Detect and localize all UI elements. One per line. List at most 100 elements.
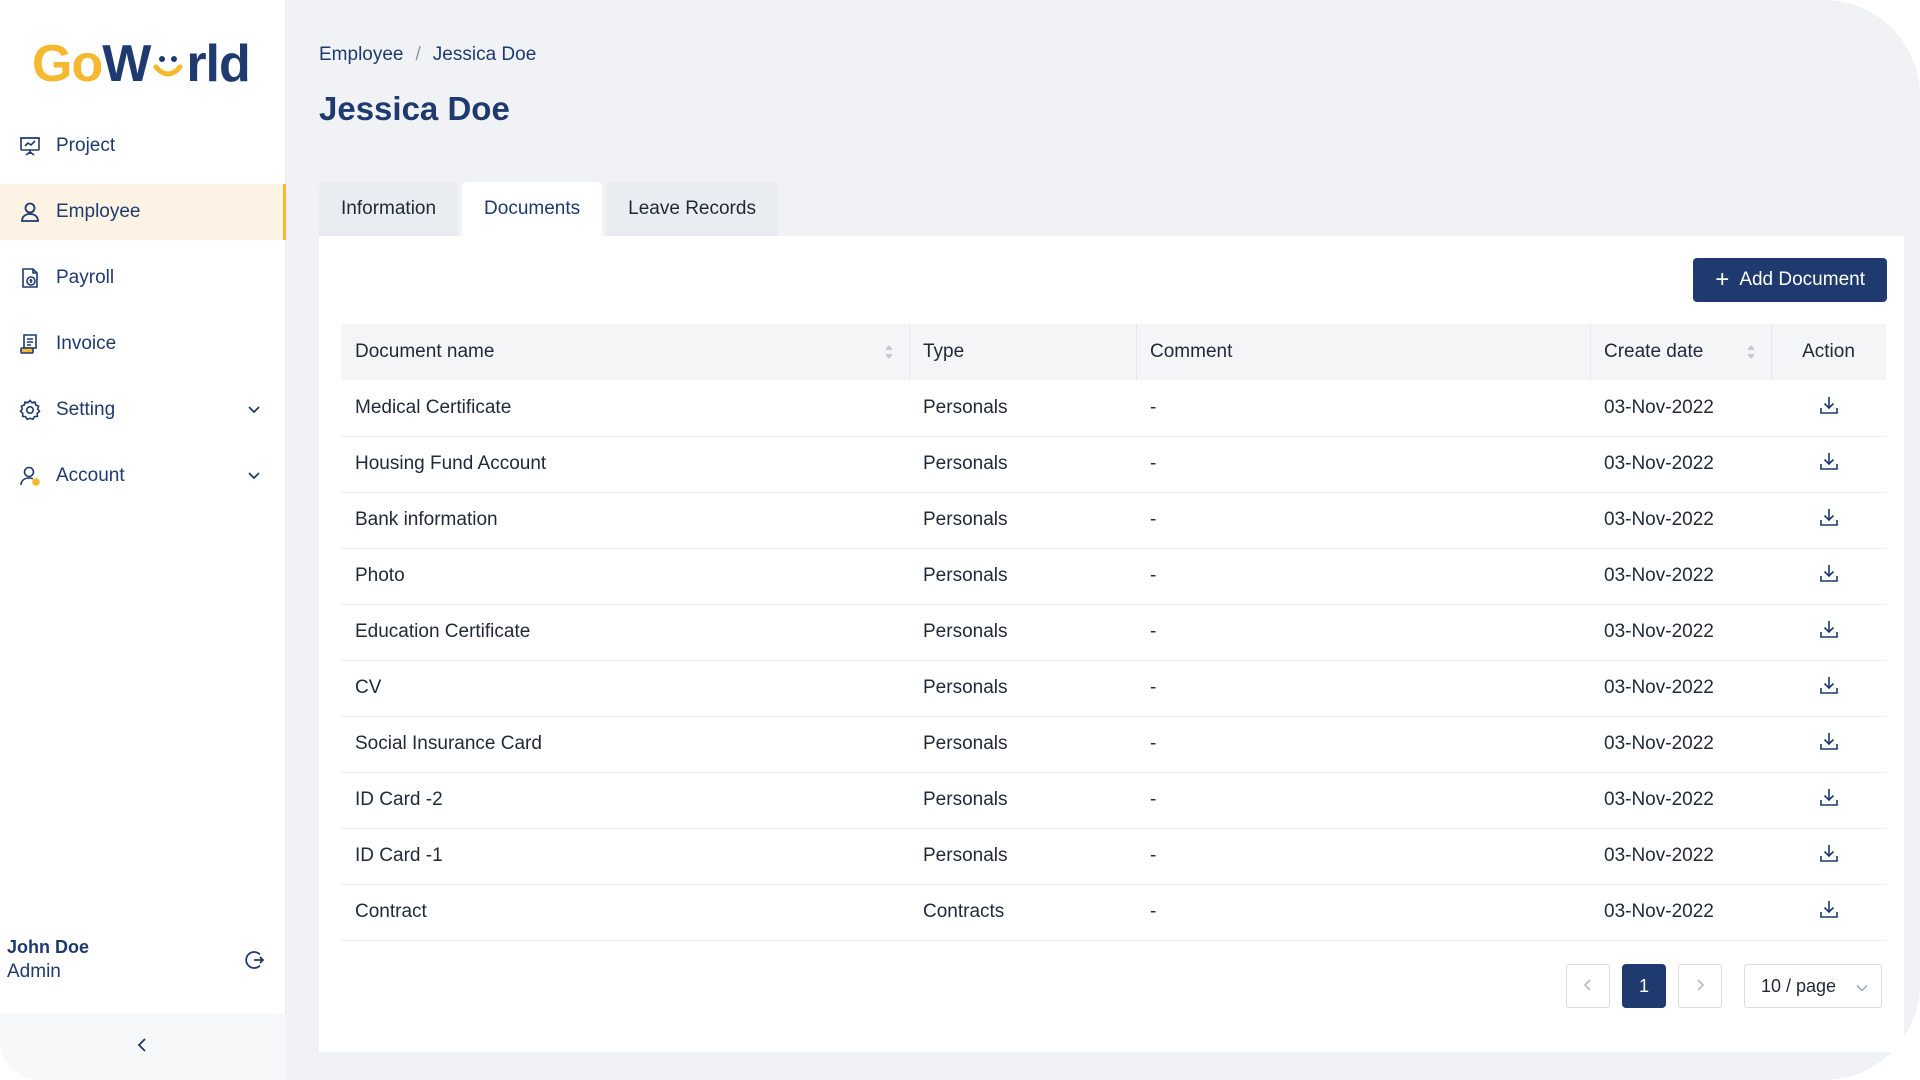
comment-cell: -: [1136, 884, 1590, 941]
comment-cell: -: [1136, 436, 1590, 493]
documents-table: Document name Type Comment Create date A…: [341, 324, 1886, 941]
sidebar-item-employee[interactable]: Employee: [0, 184, 286, 240]
column-header-comment: Comment: [1136, 324, 1590, 380]
document-name-cell: Education Certificate: [341, 604, 909, 661]
type-cell: Personals: [909, 604, 1136, 661]
table-row: Housing Fund Account Personals -03-Nov-202…: [341, 436, 1886, 493]
create-date-cell: 03-Nov-2022: [1590, 492, 1771, 549]
download-icon[interactable]: [1818, 562, 1840, 584]
document-name-cell: Housing Fund Account: [341, 436, 909, 493]
sidebar-item-label: Employee: [56, 201, 141, 222]
create-date-cell: 03-Nov-2022: [1590, 828, 1771, 885]
page-size-select[interactable]: 10 / page: [1744, 964, 1882, 1008]
type-cell: Personals: [909, 660, 1136, 717]
action-cell: [1771, 716, 1886, 773]
next-page-button[interactable]: [1678, 964, 1722, 1008]
column-header-label: Document name: [355, 341, 495, 362]
goworld-logo[interactable]: GoW rld: [32, 34, 251, 94]
column-header-label: Action: [1802, 341, 1855, 362]
column-header-label: Create date: [1604, 341, 1704, 362]
document-name-cell: Social Insurance Card: [341, 716, 909, 773]
sidebar-item-setting[interactable]: Setting: [0, 382, 286, 438]
download-icon[interactable]: [1818, 674, 1840, 696]
column-header-document-name[interactable]: Document name: [341, 324, 909, 380]
table-row: Social Insurance Card Personals -03-Nov-20…: [341, 716, 1886, 773]
column-header-label: Type: [923, 341, 965, 362]
sidebar-item-project[interactable]: Project: [0, 118, 286, 174]
tab-documents[interactable]: Documents: [462, 182, 603, 236]
page-title: Jessica Doe: [319, 90, 510, 127]
plus-icon: +: [1715, 266, 1730, 293]
account-icon: [18, 464, 42, 488]
sidebar-item-label: Account: [56, 465, 125, 486]
tab-bar: Information Documents Leave Records: [319, 182, 782, 236]
download-icon[interactable]: [1818, 730, 1840, 752]
smiley-globe-icon: [151, 36, 185, 77]
table-row: ID Card -2 Personals -03-Nov-2022: [341, 772, 1886, 829]
invoice-icon: [18, 332, 42, 356]
sort-icon[interactable]: [1745, 342, 1757, 362]
type-cell: Personals: [909, 436, 1136, 493]
sidebar-item-label: Invoice: [56, 333, 117, 354]
comment-cell: -: [1136, 660, 1590, 717]
download-icon[interactable]: [1818, 898, 1840, 920]
breadcrumb-current: Jessica Doe: [432, 44, 537, 65]
table-row: Bank information Personals -03-Nov-2022: [341, 492, 1886, 549]
user-name: John Doe: [7, 937, 90, 957]
document-name-cell: Photo: [341, 548, 909, 605]
column-header-create-date[interactable]: Create date: [1590, 324, 1771, 380]
add-document-button[interactable]: + Add Document: [1693, 258, 1887, 302]
chevron-left-icon: [134, 1036, 152, 1059]
logout-icon[interactable]: [242, 948, 266, 972]
download-icon[interactable]: [1818, 618, 1840, 640]
sidebar-item-payroll[interactable]: Payroll: [0, 250, 286, 306]
gear-icon: [18, 398, 42, 422]
chevron-down-icon: [1855, 979, 1869, 993]
tab-information[interactable]: Information: [319, 182, 459, 236]
breadcrumb-link-employee[interactable]: Employee: [319, 44, 404, 66]
download-icon[interactable]: [1818, 450, 1840, 472]
sort-icon[interactable]: [883, 342, 895, 362]
table-row: Contract Contracts -03-Nov-2022: [341, 884, 1886, 941]
collapse-sidebar-button[interactable]: [0, 1014, 286, 1080]
sidebar: GoW rld Project Employee Payroll Invoice…: [0, 0, 286, 1080]
table-header-row: Document name Type Comment Create date A…: [341, 324, 1886, 380]
sidebar-item-account[interactable]: Account: [0, 448, 286, 504]
breadcrumb: Employee / Jessica Doe: [319, 44, 536, 66]
column-header-label: Comment: [1150, 341, 1233, 362]
comment-cell: -: [1136, 604, 1590, 661]
payroll-document-icon: [18, 266, 42, 290]
user-icon: [18, 200, 42, 224]
comment-cell: -: [1136, 548, 1590, 605]
breadcrumb-separator: /: [415, 44, 421, 65]
create-date-cell: 03-Nov-2022: [1590, 380, 1771, 437]
download-icon[interactable]: [1818, 842, 1840, 864]
table-row: Photo Personals -03-Nov-2022: [341, 548, 1886, 605]
comment-cell: -: [1136, 492, 1590, 549]
create-date-cell: 03-Nov-2022: [1590, 716, 1771, 773]
app-window: GoW rld Project Employee Payroll Invoice…: [0, 0, 1920, 1080]
action-cell: [1771, 660, 1886, 717]
page-1-button[interactable]: 1: [1622, 964, 1666, 1008]
logo-text-w: W: [102, 35, 151, 93]
tab-leave-records[interactable]: Leave Records: [606, 182, 778, 236]
chevron-down-icon: [244, 466, 264, 486]
chevron-down-icon: [244, 400, 264, 420]
chevron-left-icon: [1581, 976, 1595, 997]
document-name-cell: Bank information: [341, 492, 909, 549]
action-cell: [1771, 436, 1886, 493]
download-icon[interactable]: [1818, 506, 1840, 528]
prev-page-button[interactable]: [1566, 964, 1610, 1008]
create-date-cell: 03-Nov-2022: [1590, 772, 1771, 829]
page-size-value: 10 / page: [1761, 975, 1837, 996]
download-icon[interactable]: [1818, 786, 1840, 808]
comment-cell: -: [1136, 380, 1590, 437]
user-role: Admin: [7, 961, 61, 982]
sidebar-item-invoice[interactable]: Invoice: [0, 316, 286, 372]
download-icon[interactable]: [1818, 394, 1840, 416]
create-date-cell: 03-Nov-2022: [1590, 604, 1771, 661]
document-name-cell: ID Card -2: [341, 772, 909, 829]
action-cell: [1771, 492, 1886, 549]
comment-cell: -: [1136, 772, 1590, 829]
type-cell: Personals: [909, 716, 1136, 773]
